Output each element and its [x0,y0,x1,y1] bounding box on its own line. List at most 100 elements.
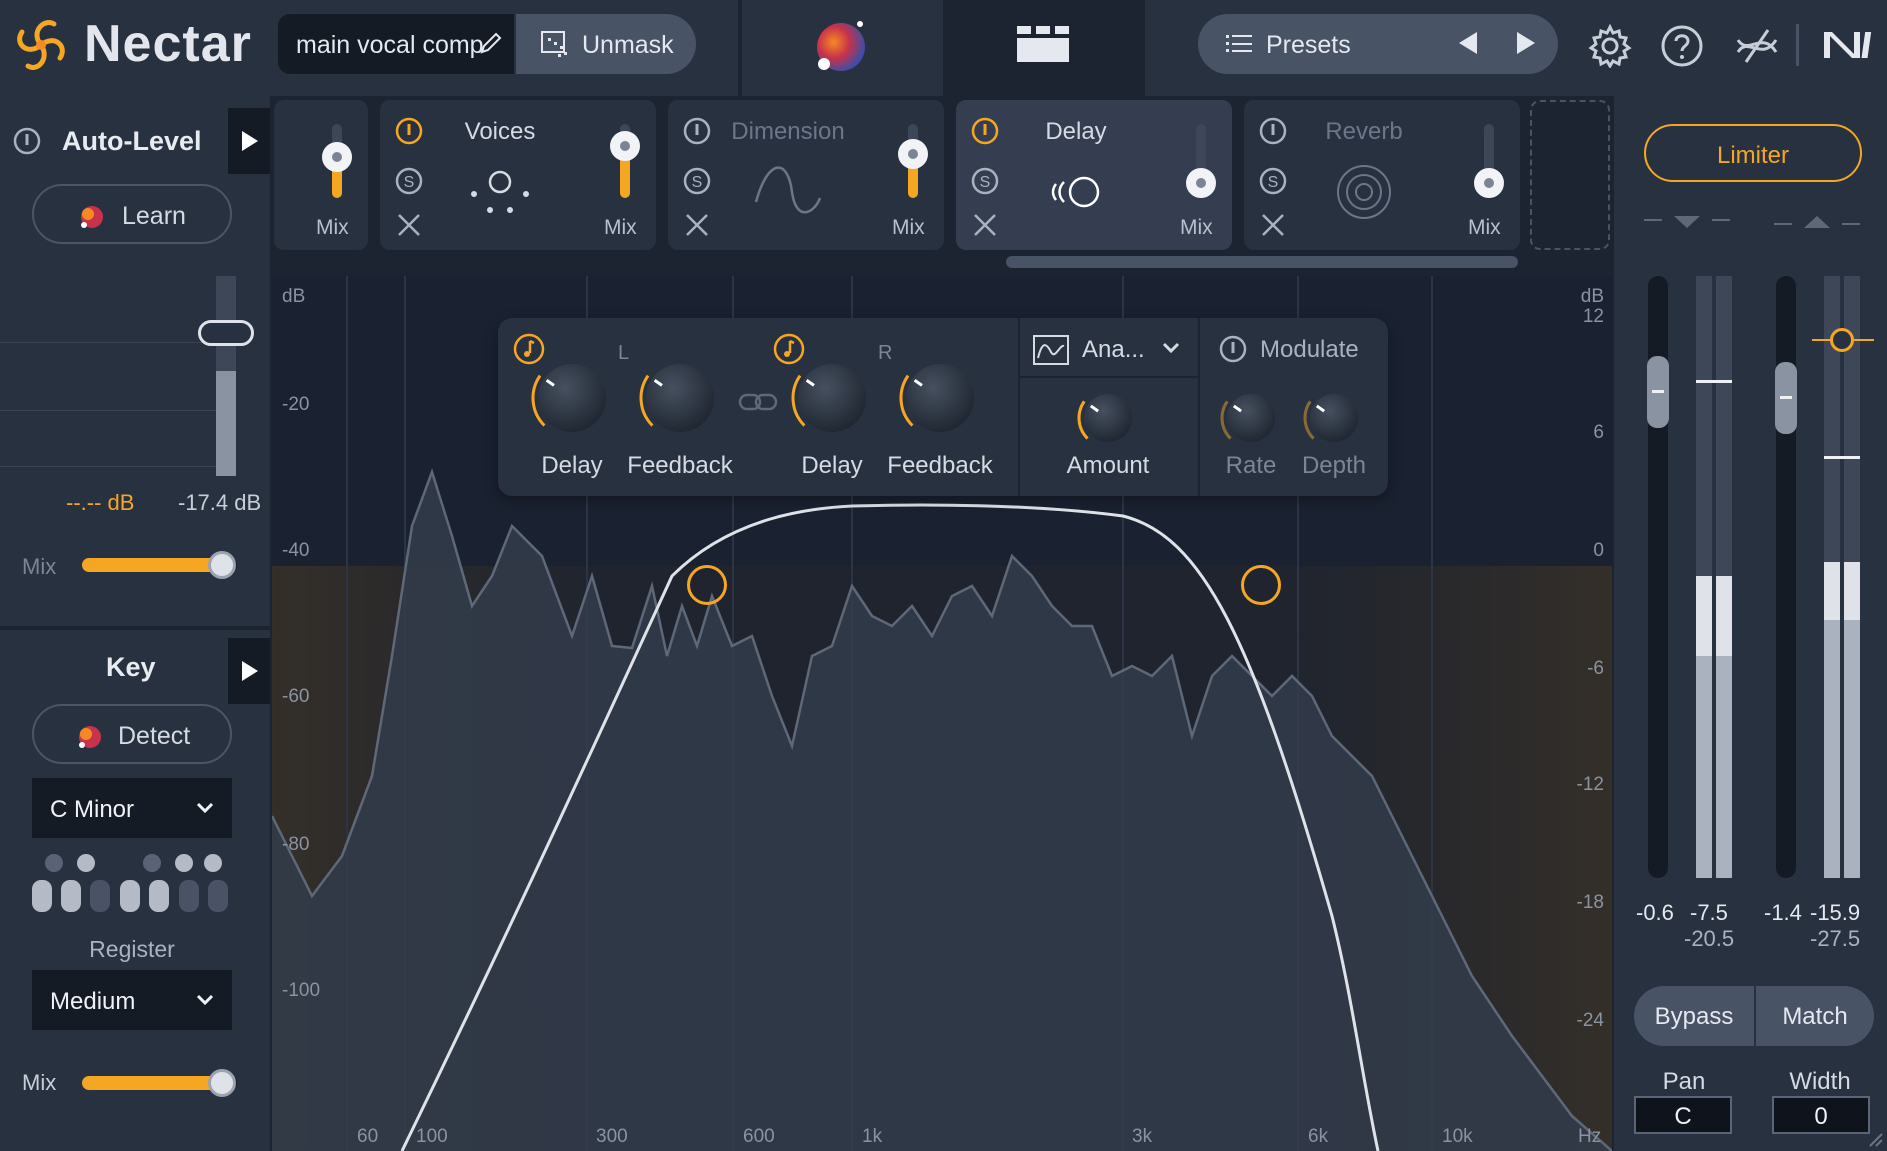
pan-label: Pan [1662,1068,1706,1095]
module-remove-icon[interactable] [972,212,998,238]
auto-level-expand-button[interactable] [228,108,270,174]
help-icon[interactable] [1660,24,1704,68]
top-bar: Nectar main vocal comp Unmask Presets [0,0,1887,96]
detect-label: Detect [118,722,191,750]
module-title: Delay [1045,118,1107,145]
module-solo-icon[interactable]: S [682,166,712,196]
module-mix-knob[interactable] [610,131,640,162]
gear-icon[interactable] [1588,24,1632,68]
module-remove-icon[interactable] [396,212,422,238]
bypass-button[interactable]: Bypass [1634,986,1754,1046]
gain-scale-label: -18 [1576,892,1604,913]
output-gain-handle[interactable] [1775,362,1797,434]
limiter-button[interactable]: Limiter [1644,124,1862,182]
module-solo-icon[interactable]: S [970,166,1000,196]
signal-link-icon[interactable] [1732,22,1782,70]
voices-icon [471,170,529,213]
module-title: Reverb [1325,118,1403,145]
pencil-icon[interactable] [476,28,506,58]
resize-grip-icon[interactable] [1868,1132,1884,1148]
presets-button-label[interactable]: Presets [1266,31,1351,60]
db-scale-label: -60 [282,686,310,707]
register-label: Register [89,936,175,962]
module-solo-icon[interactable]: S [1258,166,1288,196]
limiter-threshold-handle[interactable] [1830,328,1854,352]
frequency-scale-label: 100 [416,1126,448,1147]
auto-level-title: Auto-Level [62,126,202,156]
gain-scale-label: -12 [1576,774,1604,795]
delay-right-knob[interactable] [790,356,874,440]
module-mix-knob[interactable] [898,138,928,169]
key-dropdown[interactable]: C Minor [32,778,232,838]
input-gain-handle[interactable] [1647,356,1669,428]
delay-left-knob[interactable] [530,356,614,440]
next-preset-icon[interactable] [1513,30,1539,56]
width-field[interactable]: 0 [1772,1096,1870,1134]
right-channel-label: R [878,342,893,364]
module-mix-label: Mix [892,216,925,239]
amount-knob[interactable] [1076,386,1140,450]
target-level-handle[interactable] [198,320,254,346]
module-solo-icon[interactable]: S [394,166,424,196]
divider [1796,24,1799,66]
gain-scale-label: 0 [1593,540,1604,561]
match-button[interactable]: Match [1756,986,1874,1046]
frequency-scale-label: 60 [357,1126,379,1147]
module-mix-knob[interactable] [1474,168,1504,199]
rate-knob[interactable] [1219,386,1283,450]
modulate-power-icon[interactable] [1218,334,1248,364]
auto-level-target-value: -17.4 dB [178,490,262,515]
dimension-icon [754,166,822,214]
power-icon[interactable] [12,126,42,156]
input-lufs-value: -20.5 [1684,926,1735,951]
divider [738,0,742,96]
divider [1141,0,1145,96]
module-chain-scrollbar[interactable] [1006,256,1518,268]
key-mix-label: Mix [22,1070,57,1095]
presets-bar[interactable] [1198,14,1558,74]
module-mix-knob[interactable] [1186,168,1216,199]
native-instruments-logo-icon[interactable] [1820,26,1876,62]
assistant-orb-icon[interactable] [812,16,870,74]
divider [1018,376,1198,378]
register-dropdown[interactable]: Medium [32,970,232,1030]
knob-label: Amount [1066,452,1150,479]
delay-mode-dropdown[interactable]: Ana... [1082,336,1145,364]
auto-level-mix-knob[interactable] [207,551,236,579]
detect-button[interactable]: Detect [32,704,232,764]
feedback-right-knob[interactable] [898,356,982,440]
knob-label: Depth [1301,452,1367,479]
feedback-left-knob[interactable] [638,356,722,440]
frequency-scale-label: 10k [1442,1126,1473,1147]
input-rms-value: -7.5 [1690,900,1728,925]
input-level-meter [1696,276,1734,878]
left-channel-label: L [618,342,630,364]
key-mix-fill [82,1076,222,1090]
depth-knob[interactable] [1302,386,1366,450]
db-scale-label: -20 [282,394,310,415]
gain-scale-label: 12 [1582,306,1604,327]
level-meter [216,276,236,476]
link-channels-icon[interactable] [738,392,778,412]
play-icon [242,661,258,681]
key-title: Key [106,652,156,682]
chevron-down-icon[interactable] [1162,342,1180,354]
db-scale-label: dB [282,286,306,307]
output-gain-arrow-icon [1774,216,1860,228]
module-remove-icon[interactable] [1260,212,1286,238]
output-peak-value: -1.4 [1764,900,1802,925]
previous-preset-icon[interactable] [1455,30,1481,56]
gain-scale-label: -24 [1576,1010,1604,1031]
scale-keyboard[interactable] [32,848,232,914]
low-cut-handle[interactable] [687,565,727,605]
module-remove-icon[interactable] [684,212,710,238]
key-expand-button[interactable] [228,638,270,704]
key-mix-knob[interactable] [207,1069,236,1097]
module-mix-label: Mix [316,216,349,239]
pan-field[interactable]: C [1634,1096,1732,1134]
module-mix-label: Mix [604,216,637,239]
learn-button[interactable]: Learn [32,184,232,244]
high-cut-handle[interactable] [1241,565,1281,605]
gain-scale-label: dB [1580,286,1604,307]
add-module-slot[interactable] [1530,100,1610,250]
